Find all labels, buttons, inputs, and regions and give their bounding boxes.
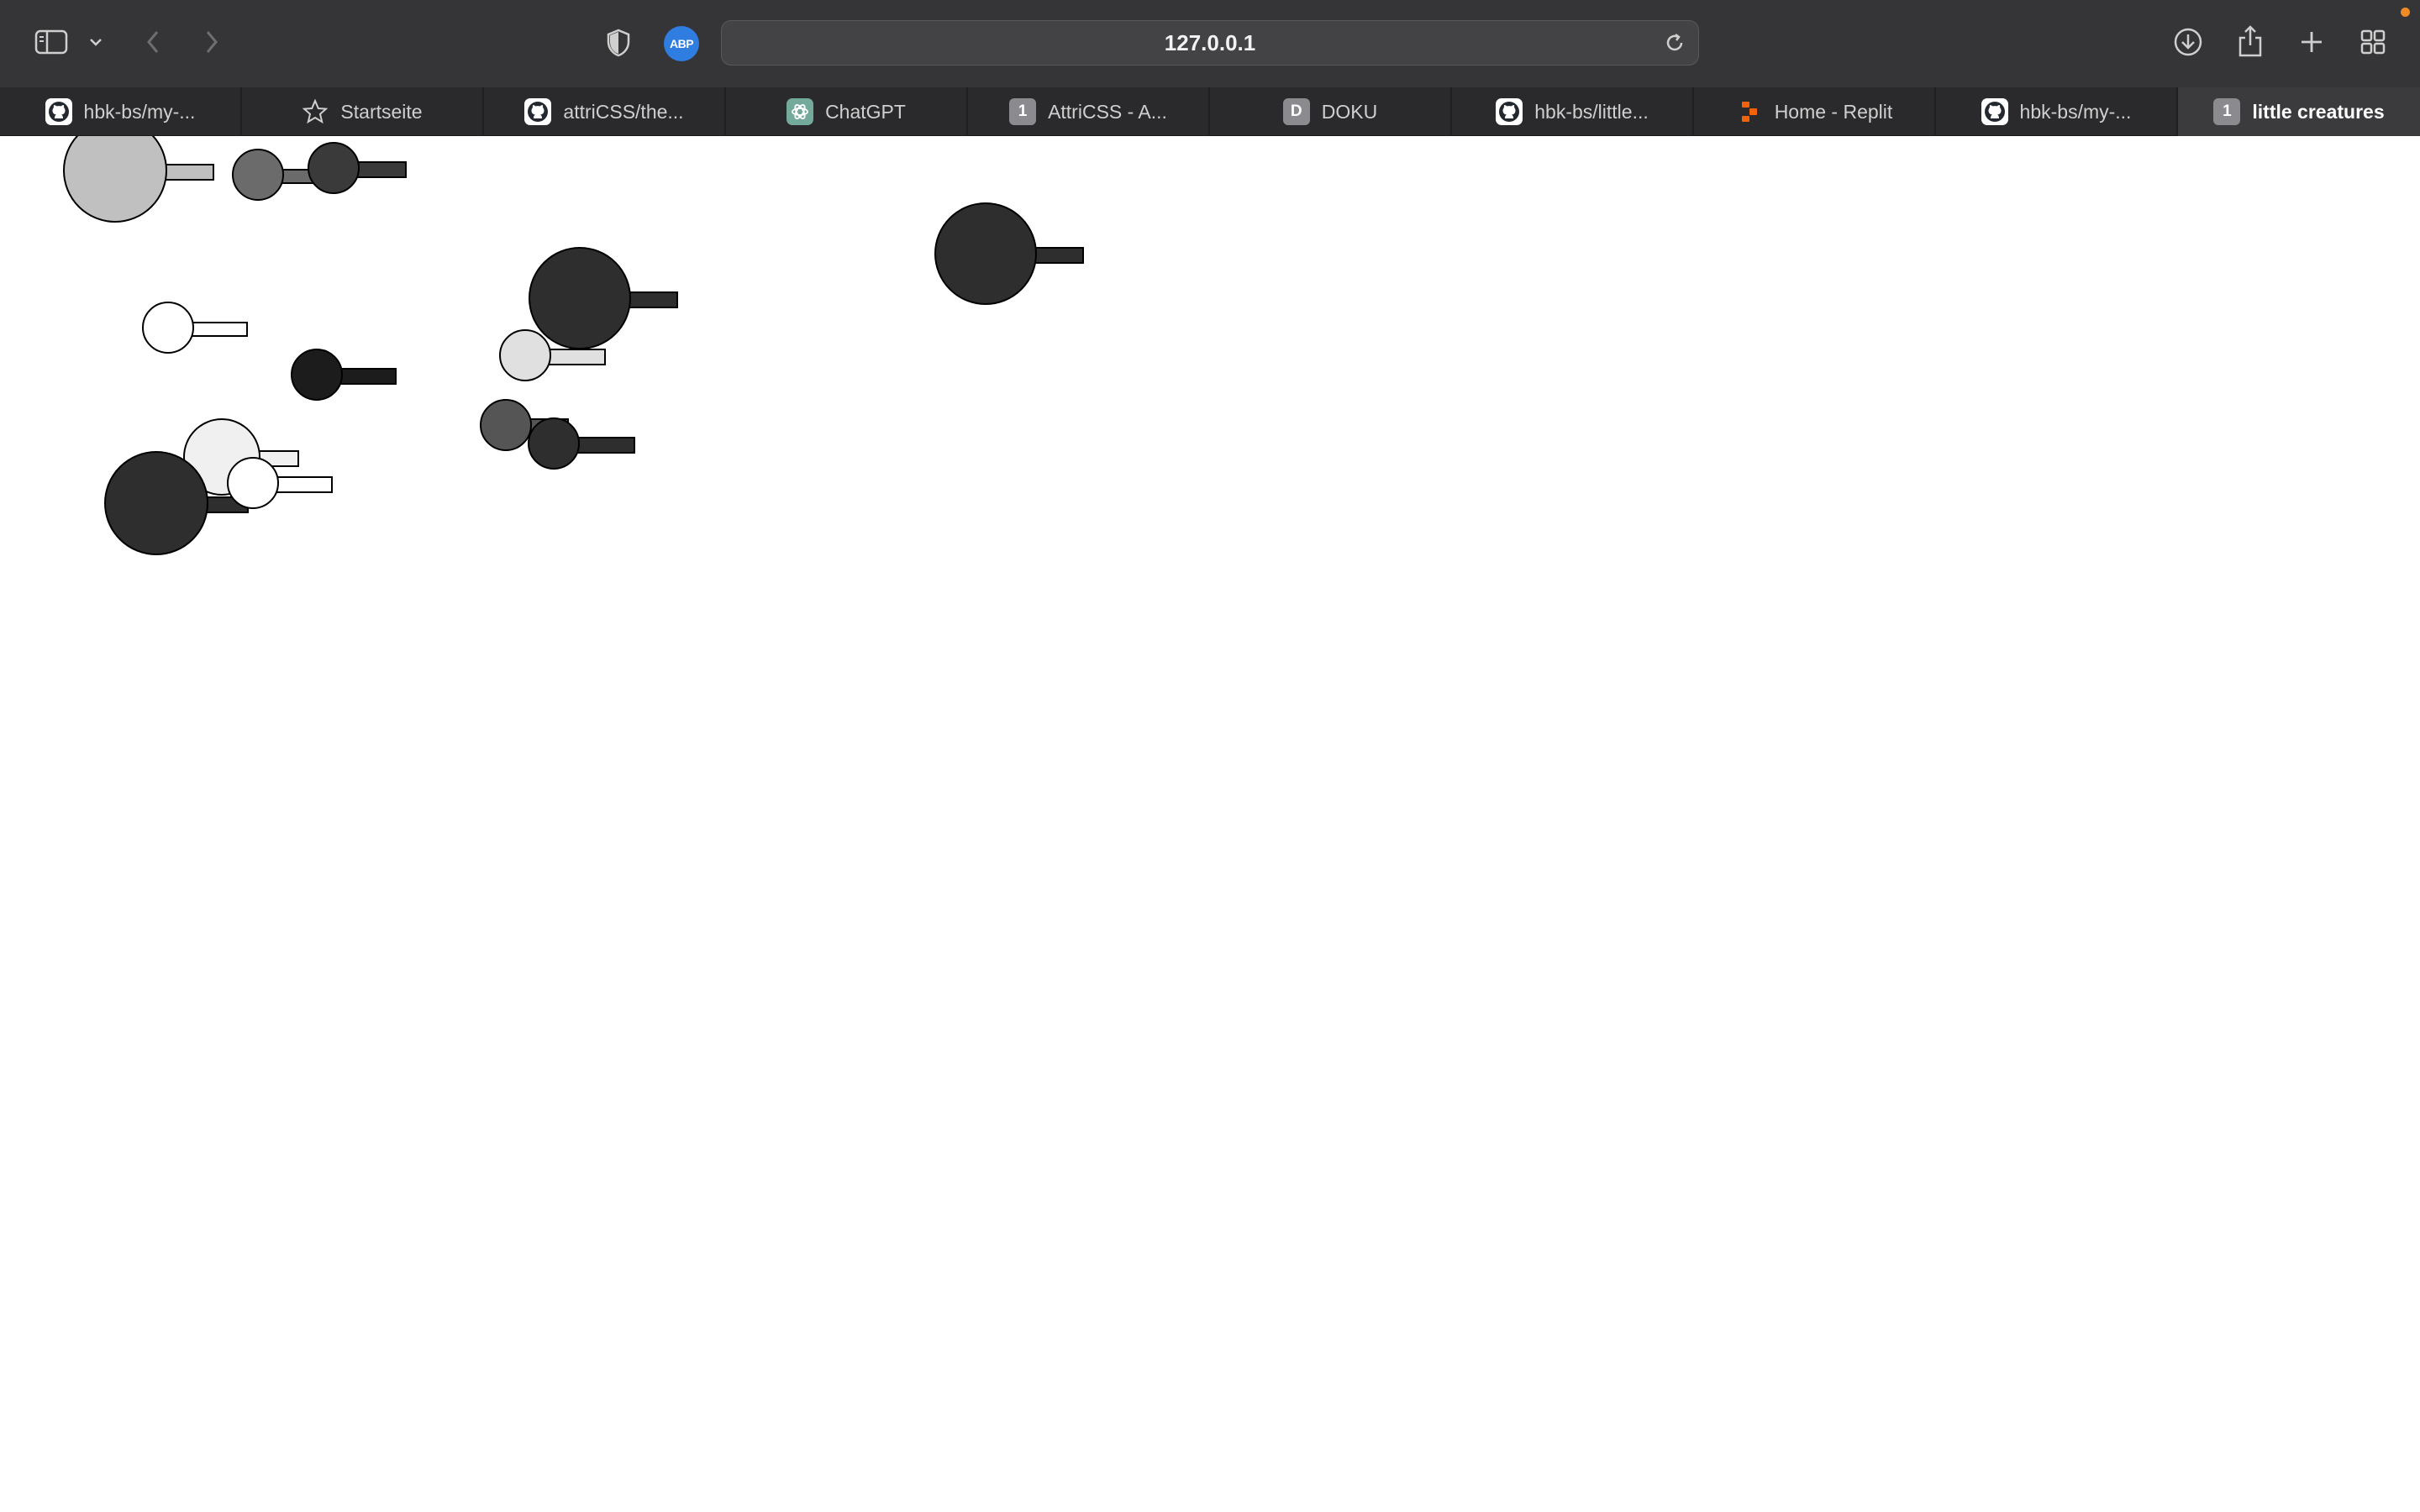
creature-body [308,142,360,194]
chatgpt-icon [786,98,814,125]
new-tab-icon[interactable] [2296,27,2327,57]
creature [529,247,678,349]
creature-body [63,136,167,223]
tab-replit[interactable]: Home - Replit [1694,87,1936,136]
creature-body [142,302,194,354]
creature-body [499,329,551,381]
creature-tail [544,349,606,365]
url-text[interactable]: 127.0.0.1 [722,21,1698,65]
github-icon [524,98,552,125]
creature [142,302,248,354]
tab-label: Home - Replit [1774,100,1893,123]
sidebar-icon[interactable] [34,27,69,57]
tab-github-little[interactable]: hbk-bs/little... [1452,87,1694,136]
creature-tail [624,291,678,308]
creature-body [104,451,208,555]
creature-body [529,247,631,349]
creature-body [934,202,1037,305]
creature-tail [353,161,407,178]
share-icon[interactable] [2235,24,2265,59]
browser-toolbar: ABP 127.0.0.1 [0,0,2420,87]
creature-tail [272,476,333,493]
creature-body [528,417,580,470]
tab-startseite[interactable]: Startseite [242,87,484,136]
doku-icon: D [1282,98,1310,125]
download-icon[interactable] [2172,26,2204,58]
creature-tail [573,437,635,454]
creature-tail [336,368,397,385]
github-icon [1496,98,1523,125]
github-icon [1981,98,2008,125]
adblock-icon[interactable]: ABP [664,26,699,61]
forward-icon[interactable] [200,27,224,57]
creatures-canvas [63,136,1084,555]
tab-github-my-1[interactable]: hbk-bs/my-... [0,87,242,136]
one-icon: 1 [1009,98,1037,125]
creature [63,136,214,223]
creature [934,202,1084,305]
creature-body [291,349,343,401]
star-icon [302,98,329,125]
creature-body [227,457,279,509]
tab-label: Startseite [340,100,423,123]
creature-tail [187,322,248,337]
tab-overview-icon[interactable] [2358,27,2388,57]
notification-dot [2401,8,2410,17]
github-icon [45,98,72,125]
creature-body [480,399,532,451]
back-icon[interactable] [141,27,165,57]
creature-tail [160,164,214,181]
creature [308,142,407,194]
tab-bar: hbk-bs/my-... Startseite attriCSS/the...… [0,87,2420,136]
tab-label: ChatGPT [825,100,906,123]
tab-github-my-2[interactable]: hbk-bs/my-... [1936,87,2178,136]
replit-icon [1736,98,1763,125]
tab-doku[interactable]: D DOKU [1210,87,1452,136]
tab-label: little creatures [2252,100,2385,123]
tab-little-creatures[interactable]: 1 little creatures [2178,87,2420,136]
address-bar[interactable]: 127.0.0.1 [721,20,1699,66]
creature [528,417,635,470]
reload-icon[interactable] [1663,31,1686,55]
tab-label: DOKU [1321,100,1378,123]
tab-attricss[interactable]: 1 AttriCSS - A... [968,87,1210,136]
tab-label: AttriCSS - A... [1048,100,1167,123]
creature-body [232,149,284,201]
chevron-down-icon[interactable] [86,32,106,52]
tab-label: attriCSS/the... [563,100,684,123]
creature-tail [1030,247,1084,264]
tab-label: hbk-bs/my-... [83,100,196,123]
tab-label: hbk-bs/my-... [2019,100,2132,123]
tab-github-attricss[interactable]: attriCSS/the... [484,87,726,136]
one-icon: 1 [2213,98,2241,125]
creature [291,349,397,401]
shield-icon[interactable] [603,27,634,59]
tab-label: hbk-bs/little... [1534,100,1649,123]
tab-chatgpt[interactable]: ChatGPT [726,87,968,136]
